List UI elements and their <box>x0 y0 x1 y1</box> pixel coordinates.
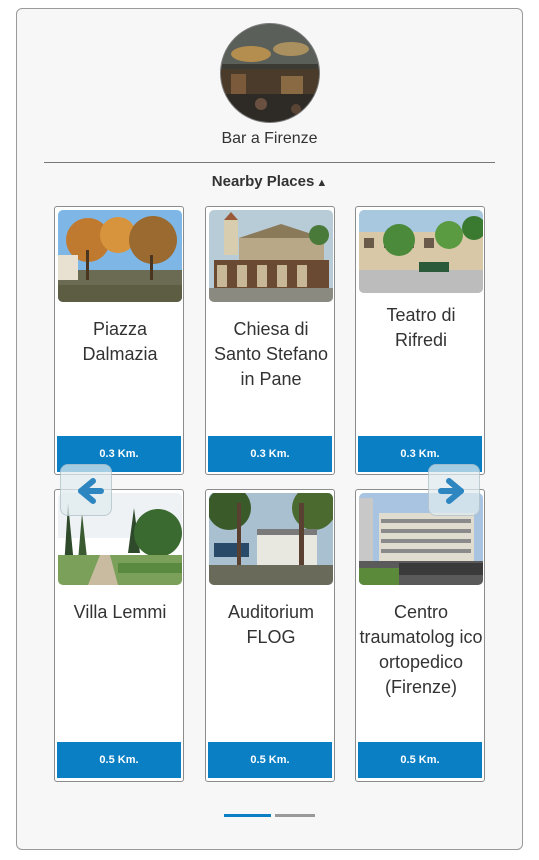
caret-up-icon: ▲ <box>316 177 328 189</box>
page-indicator-2[interactable] <box>275 814 315 817</box>
place-card[interactable]: Centro traumatolog ico ortopedico (Firen… <box>355 489 485 782</box>
place-title[interactable]: Chiesa di Santo Stefano in Pane <box>208 317 334 392</box>
carousel-prev-button[interactable] <box>60 464 112 516</box>
arrow-left-icon <box>78 478 104 504</box>
place-title[interactable]: Centro traumatolog ico ortopedico (Firen… <box>358 600 484 700</box>
nearby-places-label: Nearby Places <box>211 173 315 190</box>
place-title[interactable]: Auditorium FLOG <box>208 600 334 650</box>
divider <box>44 162 495 163</box>
place-thumbnail <box>209 493 333 585</box>
place-avatar <box>220 23 320 123</box>
place-card[interactable]: Chiesa di Santo Stefano in Pane 0.3 Km. <box>205 206 335 475</box>
place-card[interactable]: Teatro di Rifredi 0.3 Km. <box>355 206 485 475</box>
place-title[interactable]: Villa Lemmi <box>57 600 183 625</box>
distance-badge: 0.5 Km. <box>208 742 332 778</box>
place-thumbnail <box>209 210 333 302</box>
place-card[interactable]: Villa Lemmi 0.5 Km. <box>54 489 184 782</box>
place-thumbnail <box>58 210 182 302</box>
place-card[interactable]: Auditorium FLOG 0.5 Km. <box>205 489 335 782</box>
distance-badge: 0.3 Km. <box>208 436 332 472</box>
page-indicator-1[interactable] <box>224 814 271 817</box>
carousel-next-button[interactable] <box>428 464 480 516</box>
nearby-places-toggle[interactable]: Nearby Places ▲ <box>0 173 539 190</box>
arrow-right-icon <box>438 478 464 504</box>
distance-badge: 0.5 Km. <box>358 742 482 778</box>
distance-badge: 0.5 Km. <box>57 742 181 778</box>
place-thumbnail <box>359 210 483 293</box>
place-title[interactable]: Teatro di Rifredi <box>358 303 484 353</box>
place-title[interactable]: Piazza Dalmazia <box>57 317 183 367</box>
place-card[interactable]: Piazza Dalmazia 0.3 Km. <box>54 206 184 475</box>
place-name: Bar a Firenze <box>221 130 318 147</box>
